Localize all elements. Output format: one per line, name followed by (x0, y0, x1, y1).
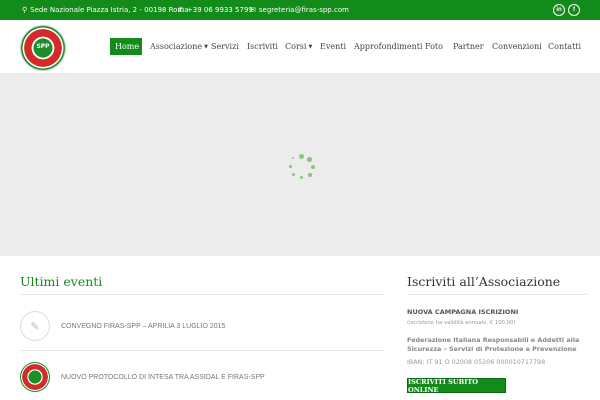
nav-contatti-label: Contatti (548, 42, 582, 51)
phone-icon: ✆ (178, 5, 184, 14)
linkedin-icon[interactable]: in (553, 4, 565, 16)
nav-corsi-label: Corsi (285, 42, 307, 51)
nav-associazione[interactable]: Associazione ▼ (145, 38, 213, 55)
nav-contatti[interactable]: Contatti (543, 38, 586, 55)
pencil-icon: ✎ (20, 311, 50, 341)
envelope-icon: ✉ (250, 5, 256, 14)
event-item[interactable]: ✎ CONVEGNO FIRAS-SPP – APRILIA 3 LUGLIO … (20, 311, 385, 341)
nav-convenzioni-label: Convenzioni (492, 42, 542, 51)
phone-info[interactable]: ✆ +39 06 9933 5799 (178, 6, 253, 14)
nav-iscriviti-label: Iscriviti (247, 42, 278, 51)
event-divider (20, 350, 385, 351)
events-divider (20, 294, 385, 295)
nav-partner-label: Partner (453, 42, 484, 51)
federation-name: Federazione Italiana Responsabili e Adde… (407, 336, 580, 353)
site-logo[interactable]: SPP (21, 26, 65, 70)
chevron-down-icon: ▼ (308, 43, 313, 50)
event-title[interactable]: CONVEGNO FIRAS-SPP – APRILIA 3 LUGLIO 20… (61, 323, 225, 330)
nav-foto[interactable]: Foto (420, 38, 448, 55)
event-logo (20, 362, 50, 392)
subscribe-divider (407, 294, 587, 295)
nav-servizi[interactable]: Servizi (206, 38, 244, 55)
nav-approfondimenti-label: Approfondimenti (354, 42, 423, 51)
campaign-title: NUOVA CAMPAGNA ISCRIZIONI (407, 308, 519, 316)
nav-iscriviti[interactable]: Iscriviti (242, 38, 283, 55)
nav-servizi-label: Servizi (211, 42, 239, 51)
email-text[interactable]: segreteria@firas-spp.com (259, 6, 349, 14)
nav-eventi-label: Eventi (320, 42, 347, 51)
address-text: Sede Nazionale Piazza Istria, 2 - 00198 … (30, 6, 189, 14)
nav-home-label: Home (115, 42, 140, 51)
address-info: ⚲ Sede Nazionale Piazza Istria, 2 - 0019… (22, 6, 189, 14)
nav-approfondimenti[interactable]: Approfondimenti (349, 38, 428, 55)
nav-corsi[interactable]: Corsi ▼ (280, 38, 317, 55)
subscribe-heading: Iscriviti all’Associazione (407, 274, 561, 289)
facebook-icon[interactable]: f (568, 4, 580, 16)
nav-convenzioni[interactable]: Convenzioni (487, 38, 547, 55)
subscribe-now-button[interactable]: ISCRIVITI SUBITO ONLINE (407, 378, 506, 394)
nav-partner[interactable]: Partner (448, 38, 489, 55)
top-bar: ⚲ Sede Nazionale Piazza Istria, 2 - 0019… (0, 0, 600, 20)
event-item[interactable]: NUOVO PROTOCOLLO DI INTESA TRA ASSIDAL E… (20, 362, 385, 392)
loading-spinner-icon (286, 153, 318, 185)
event-title[interactable]: NUOVO PROTOCOLLO DI INTESA TRA ASSIDAL E… (61, 374, 265, 381)
logo-text: SPP (36, 43, 50, 50)
nav-associazione-label: Associazione (150, 42, 203, 51)
validity-note: (iscrizione ha validità annuale, € 100,0… (407, 320, 516, 326)
map-marker-icon: ⚲ (22, 5, 28, 14)
nav-home[interactable]: Home (110, 38, 142, 55)
nav-foto-label: Foto (425, 42, 443, 51)
email-info[interactable]: ✉ segreteria@firas-spp.com (250, 6, 349, 14)
iban-text: IBAN: IT 91 O 02008 05206 000010717798 (407, 358, 546, 366)
nav-eventi[interactable]: Eventi (315, 38, 351, 55)
events-heading: Ultimi eventi (20, 274, 103, 289)
phone-text[interactable]: +39 06 9933 5799 (187, 6, 253, 14)
